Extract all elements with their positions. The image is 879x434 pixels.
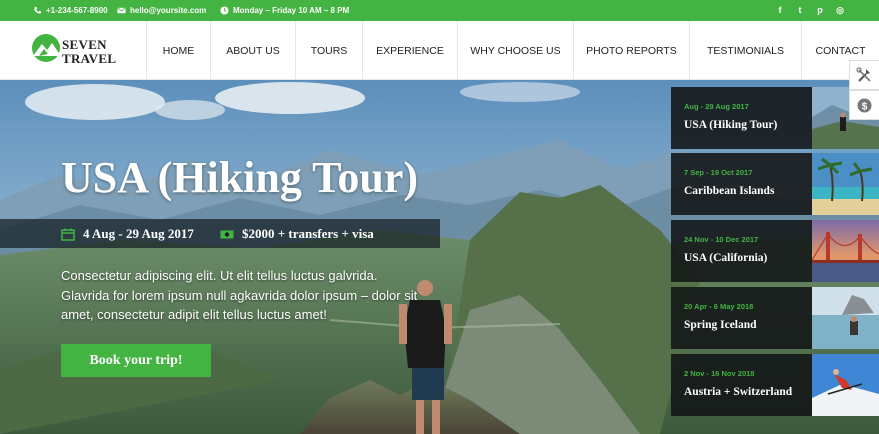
tour-item-name: USA (California) — [684, 252, 768, 264]
tour-item-date: 20 Apr - 6 May 2018 — [684, 302, 754, 311]
tour-thumbnail[interactable] — [812, 287, 879, 349]
tour-price: $2000 + transfers + visa — [220, 226, 374, 242]
tour-item-info[interactable]: 24 Nov - 10 Dec 2017 USA (California) — [671, 220, 812, 282]
tour-item-info[interactable]: 7 Sep - 19 Oct 2017 Caribbean Islands — [671, 153, 812, 215]
phone-number: +1-234-567-8900 — [46, 6, 108, 15]
tour-thumbnail[interactable] — [812, 354, 879, 416]
dollar-icon: $ — [857, 98, 872, 112]
main-header: SEVEN TRAVEL HOME ABOUT US TOURS EXPERIE… — [0, 21, 879, 80]
clock-icon — [220, 6, 229, 15]
tour-item-date: Aug - 29 Aug 2017 — [684, 102, 749, 111]
bridge-thumbnail-image — [812, 220, 879, 282]
nav-home[interactable]: HOME — [146, 21, 210, 80]
money-icon — [220, 230, 234, 238]
tour-item-info[interactable]: 20 Apr - 6 May 2018 Spring Iceland — [671, 287, 812, 349]
hero-title: USA (Hiking Tour) — [61, 153, 419, 202]
logo-text-line2: TRAVEL — [62, 51, 117, 66]
tour-item-name: Austria + Switzerland — [684, 386, 793, 398]
tour-item-date: 24 Nov - 10 Dec 2017 — [684, 235, 759, 244]
phone-info[interactable]: +1-234-567-8900 — [33, 6, 108, 15]
hours-info: Monday – Friday 10 AM – 8 PM — [220, 6, 349, 15]
tour-item[interactable]: Aug - 29 Aug 2017 USA (Hiking Tour) — [671, 87, 879, 149]
top-info-bar: +1-234-567-8900 hello@yoursite.com Monda… — [0, 0, 879, 21]
tour-price-text: $2000 + transfers + visa — [242, 226, 374, 241]
hero-description: Consectetur adipiscing elit. Ut elit tel… — [61, 268, 418, 322]
tour-item[interactable]: 2 Nov - 16 Nov 2018 Austria + Switzerlan… — [671, 354, 879, 416]
settings-widget[interactable] — [849, 60, 879, 90]
phone-icon — [34, 6, 42, 14]
tour-item[interactable]: 24 Nov - 10 Dec 2017 USA (California) — [671, 220, 879, 282]
tour-item[interactable]: 7 Sep - 19 Oct 2017 Caribbean Islands — [671, 153, 879, 215]
site-logo[interactable]: SEVEN TRAVEL — [31, 32, 121, 68]
tour-thumbnail[interactable] — [812, 220, 879, 282]
nav-about-us[interactable]: ABOUT US — [210, 21, 295, 80]
tour-thumbnail[interactable] — [812, 153, 879, 215]
tour-item-date: 7 Sep - 19 Oct 2017 — [684, 168, 753, 177]
svg-text:$: $ — [862, 101, 868, 112]
pinterest-icon[interactable]: p — [815, 5, 825, 15]
book-trip-button[interactable]: Book your trip! — [61, 344, 211, 377]
nav-why-choose-us[interactable]: WHY CHOOSE US — [457, 21, 573, 80]
iceland-thumbnail-image — [812, 287, 879, 349]
tour-item-name: USA (Hiking Tour) — [684, 119, 778, 131]
facebook-icon[interactable]: f — [775, 5, 785, 15]
ski-thumbnail-image — [812, 354, 879, 416]
tour-item-info[interactable]: 2 Nov - 16 Nov 2018 Austria + Switzerlan… — [671, 354, 812, 416]
twitter-icon[interactable]: t — [795, 5, 805, 15]
main-menu: HOME ABOUT US TOURS EXPERIENCE WHY CHOOS… — [146, 21, 879, 80]
calendar-icon — [61, 228, 75, 241]
tools-icon — [856, 66, 871, 82]
email-info[interactable]: hello@yoursite.com — [117, 6, 206, 15]
nav-testimonials[interactable]: TESTIMONIALS — [689, 21, 801, 80]
nav-tours[interactable]: TOURS — [295, 21, 362, 80]
email-address: hello@yoursite.com — [130, 6, 207, 15]
tour-item-name: Spring Iceland — [684, 319, 757, 331]
tour-item-info[interactable]: Aug - 29 Aug 2017 USA (Hiking Tour) — [671, 87, 812, 149]
beach-thumbnail-image — [812, 153, 879, 215]
tour-item-date: 2 Nov - 16 Nov 2018 — [684, 369, 755, 378]
tour-item[interactable]: 20 Apr - 6 May 2018 Spring Iceland — [671, 287, 879, 349]
social-links: f t p ◎ — [775, 5, 845, 16]
mountain-logo-icon — [32, 34, 61, 62]
nav-experience[interactable]: EXPERIENCE — [362, 21, 457, 80]
envelope-icon — [117, 7, 126, 14]
office-hours: Monday – Friday 10 AM – 8 PM — [233, 6, 350, 15]
currency-widget[interactable]: $ — [849, 90, 879, 120]
tour-item-name: Caribbean Islands — [684, 185, 775, 197]
nav-photo-reports[interactable]: PHOTO REPORTS — [573, 21, 689, 80]
instagram-icon[interactable]: ◎ — [835, 5, 845, 15]
tour-dates-text: 4 Aug - 29 Aug 2017 — [83, 226, 194, 241]
tour-dates: 4 Aug - 29 Aug 2017 — [61, 226, 194, 242]
